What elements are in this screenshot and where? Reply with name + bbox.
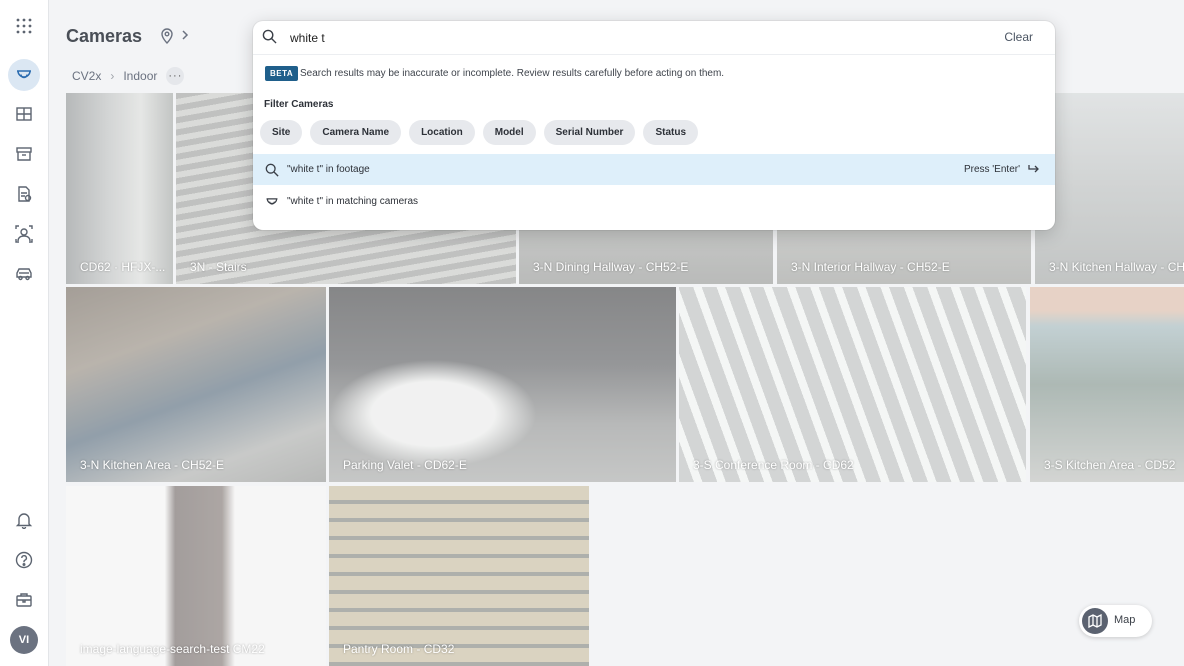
suggestion-text: "white t" in matching cameras — [287, 196, 419, 207]
camera-dome-icon[interactable] — [8, 59, 40, 91]
camera-name: CD62 · HFJX-... — [80, 260, 166, 274]
archive-box-icon[interactable] — [10, 140, 38, 168]
more-options-button[interactable]: ··· — [166, 67, 185, 85]
people-icon[interactable] — [10, 220, 38, 248]
search-bar: Clear — [253, 21, 1055, 55]
camera-name: image-language-search-test CM22 — [80, 642, 265, 656]
camera-tile[interactable]: image-language-search-test CM22 — [66, 486, 326, 666]
help-icon[interactable] — [10, 546, 38, 574]
search-icon — [265, 163, 279, 177]
filter-chip-location[interactable]: Location — [409, 120, 475, 145]
camera-name: 3-S Conference Room - CD62 — [693, 458, 854, 472]
filter-chip-status[interactable]: Status — [643, 120, 698, 145]
chevron-right-icon[interactable] — [180, 28, 190, 42]
beta-notice: Search results may be inaccurate or inco… — [300, 68, 725, 79]
camera-tile[interactable]: 3-S Kitchen Area - CD52 — [1030, 287, 1184, 482]
filter-chip-serial-number[interactable]: Serial Number — [543, 120, 636, 145]
camera-tile[interactable]: 3-N Kitchen Area - CH52-E — [66, 287, 326, 482]
filter-chip-model[interactable]: Model — [482, 120, 536, 145]
avatar[interactable]: VI — [10, 626, 38, 654]
map-label: Map — [1114, 614, 1136, 626]
camera-dome-icon — [266, 198, 278, 205]
camera-name: 3N - Stairs — [190, 260, 247, 274]
search-panel: Clear BETA Search results may be inaccur… — [253, 21, 1055, 230]
enter-hint: Press 'Enter' — [963, 164, 1020, 175]
layout-grid-icon[interactable] — [10, 100, 38, 128]
camera-name: 3-N Dining Hallway - CH52-E — [533, 260, 689, 274]
suggestion-matching-cameras[interactable]: "white t" in matching cameras — [253, 186, 1055, 217]
map-button[interactable]: Map — [1079, 605, 1152, 637]
breadcrumb-separator: › — [110, 69, 115, 83]
breadcrumb: CV2x › Indoor ··· — [72, 67, 185, 85]
camera-name: 3-N Interior Hallway - CH52-E — [791, 260, 950, 274]
camera-name: 3-N Kitchen Area - CH52-E — [80, 458, 225, 472]
camera-tile[interactable]: Pantry Room - CD32 — [329, 486, 589, 666]
vehicle-icon[interactable] — [10, 260, 38, 288]
camera-tile[interactable]: 3-S Conference Room - CD62 — [679, 287, 1026, 482]
suggestion-footage[interactable]: "white t" in footage Press 'Enter' — [253, 154, 1055, 185]
camera-name: Parking Valet - CD62-E — [343, 458, 467, 472]
breadcrumb-item-cv2x[interactable]: CV2x — [72, 69, 101, 83]
enter-arrow-icon — [1028, 165, 1039, 173]
beta-badge: BETA — [265, 66, 299, 81]
camera-name: 3-N Kitchen Hallway - CH52-E — [1049, 260, 1184, 274]
breadcrumb-item-indoor[interactable]: Indoor — [123, 69, 157, 83]
camera-tile[interactable]: Parking Valet - CD62-E — [329, 287, 676, 482]
location-pin-icon[interactable] — [158, 27, 176, 45]
filter-chips: Site Camera Name Location Model Serial N… — [260, 120, 698, 145]
map-icon — [1082, 608, 1108, 634]
clear-button[interactable]: Clear — [1004, 30, 1033, 44]
bell-icon[interactable] — [10, 506, 38, 534]
apps-grid-icon[interactable] — [10, 12, 38, 40]
camera-tile[interactable]: 3-N Kitchen Hallway - CH52-E — [1035, 93, 1184, 284]
filter-heading: Filter Cameras — [264, 99, 334, 110]
camera-name: Pantry Room - CD32 — [343, 642, 455, 656]
search-input[interactable] — [290, 29, 890, 47]
toolbox-icon[interactable] — [10, 586, 38, 614]
filter-chip-camera-name[interactable]: Camera Name — [310, 120, 402, 145]
sidebar: VI — [0, 0, 49, 666]
filter-chip-site[interactable]: Site — [260, 120, 303, 145]
search-icon — [262, 29, 277, 44]
reports-icon[interactable] — [10, 180, 38, 208]
camera-name: 3-S Kitchen Area - CD52 — [1044, 458, 1176, 472]
page-title: Cameras — [66, 26, 143, 46]
suggestion-text: "white t" in footage — [287, 164, 370, 175]
camera-tile[interactable]: CD62 · HFJX-... — [66, 93, 173, 284]
